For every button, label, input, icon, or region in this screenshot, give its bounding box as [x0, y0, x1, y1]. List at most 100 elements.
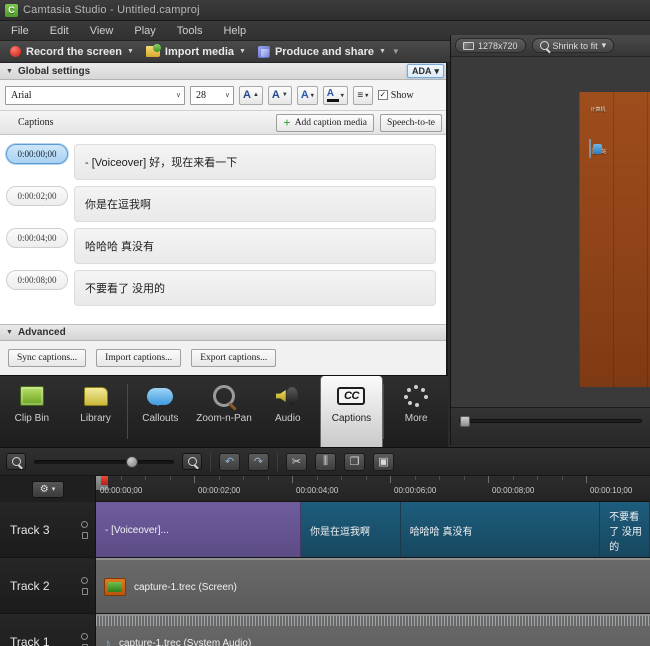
- zoom-fit-button[interactable]: Shrink to fit ▾: [531, 38, 615, 53]
- text-alignment-button[interactable]: ≡ ▾: [352, 85, 373, 105]
- chevron-down-icon[interactable]: ▾: [52, 485, 56, 493]
- track-controls[interactable]: [81, 632, 88, 646]
- media-clip[interactable]: capture-1.trec (Screen): [96, 558, 650, 613]
- tab-audio[interactable]: Audio: [256, 376, 320, 447]
- zoom-slider-handle[interactable]: [126, 455, 138, 468]
- chevron-down-icon[interactable]: ▼: [379, 48, 386, 55]
- menu-item-play[interactable]: Play: [131, 24, 158, 38]
- visibility-toggle-icon[interactable]: [81, 576, 88, 584]
- visibility-toggle-icon[interactable]: [81, 520, 88, 528]
- menu-item-file[interactable]: File: [8, 24, 32, 38]
- chevron-down-icon[interactable]: ▾: [602, 40, 607, 51]
- timeline-track: Track 3 - [Voiceover]... 你是在逗我啊 哈哈哈 真没有 …: [0, 502, 650, 558]
- checkbox-icon[interactable]: ✓: [377, 90, 388, 100]
- background-color-button[interactable]: A ▾: [322, 85, 348, 105]
- track-header[interactable]: Track 1: [0, 614, 96, 646]
- caption-clip[interactable]: - [Voiceover]...: [96, 502, 301, 557]
- caption-row[interactable]: 0:00:02;00 你是在逗我啊: [0, 183, 446, 225]
- canvas-dimensions-button[interactable]: 1278x720: [455, 38, 526, 53]
- increase-font-size-button[interactable]: A ▲: [239, 85, 263, 105]
- sync-captions-button[interactable]: Sync captions...: [8, 349, 87, 367]
- caption-timestamp[interactable]: 0:00:04;00: [6, 228, 68, 248]
- chevron-down-icon[interactable]: ▾: [365, 92, 368, 99]
- chevron-down-icon[interactable]: ▼: [127, 48, 134, 55]
- caption-clip[interactable]: 不要看了 没用的: [600, 502, 650, 557]
- preview-canvas[interactable]: 计算机 回收站: [451, 57, 650, 407]
- cut-button[interactable]: ✂: [286, 452, 307, 471]
- track-controls[interactable]: [81, 576, 88, 595]
- menu-item-edit[interactable]: Edit: [47, 24, 72, 38]
- visibility-toggle-icon[interactable]: [81, 632, 88, 640]
- advanced-header[interactable]: ▼ Advanced: [0, 324, 446, 341]
- track-body[interactable]: capture-1.trec (Screen): [96, 558, 650, 613]
- decrease-font-size-button[interactable]: A ▼: [267, 85, 292, 105]
- audio-clip[interactable]: ♪ capture-1.trec (System Audio): [96, 614, 650, 646]
- chevron-down-icon[interactable]: ▼: [6, 68, 13, 75]
- chevron-down-icon[interactable]: ∨: [225, 91, 230, 99]
- caption-row[interactable]: 0:00:00;00 - [Voiceover] 好，现在来看一下: [0, 141, 446, 183]
- font-family-select[interactable]: Arial ∨: [5, 85, 185, 105]
- chevron-down-icon[interactable]: ▾: [341, 92, 344, 99]
- track-controls[interactable]: [81, 520, 88, 539]
- import-media-button[interactable]: Import media ▼: [145, 44, 246, 58]
- chevron-down-icon[interactable]: ▼: [6, 329, 13, 336]
- text-color-button[interactable]: A ▾: [296, 85, 318, 105]
- timeline-ruler-row: ⚙ ▾ 00:00:00;00 00:00:02;00 00:00:04;00 …: [0, 476, 650, 502]
- captions-list[interactable]: 0:00:00;00 - [Voiceover] 好，现在来看一下 0:00:0…: [0, 135, 446, 324]
- import-captions-button[interactable]: Import captions...: [96, 349, 182, 367]
- menu-item-view[interactable]: View: [87, 24, 117, 38]
- track-body[interactable]: - [Voiceover]... 你是在逗我啊 哈哈哈 真没有 不要看了 没用的: [96, 502, 650, 557]
- caption-timestamp[interactable]: 0:00:00;00: [6, 144, 68, 164]
- preview-scrubber[interactable]: [459, 416, 642, 427]
- zoom-in-icon[interactable]: [182, 453, 202, 470]
- global-settings-header[interactable]: ▼ Global settings ADA ▾: [0, 63, 446, 80]
- track-header[interactable]: Track 2: [0, 558, 96, 613]
- add-caption-media-button[interactable]: + Add caption media: [276, 113, 374, 132]
- caption-clip[interactable]: 你是在逗我啊: [300, 502, 401, 557]
- toolbar-overflow-icon[interactable]: ▼: [392, 47, 400, 56]
- tab-library[interactable]: Library: [64, 376, 128, 447]
- caption-timestamp[interactable]: 0:00:08;00: [6, 270, 68, 290]
- zoom-out-icon[interactable]: [6, 453, 26, 470]
- chevron-down-icon[interactable]: ▾: [434, 66, 439, 77]
- paste-button[interactable]: ▣: [373, 452, 394, 471]
- caption-clip[interactable]: 哈哈哈 真没有: [400, 502, 601, 557]
- tab-callouts[interactable]: Callouts: [128, 376, 192, 447]
- split-button[interactable]: ⫼: [315, 452, 336, 471]
- speech-to-text-button[interactable]: Speech-to-te: [379, 113, 442, 132]
- tab-more[interactable]: More: [384, 376, 448, 447]
- tab-label: Library: [80, 413, 111, 424]
- ada-compliance-button[interactable]: ADA ▾: [406, 64, 444, 78]
- menu-item-tools[interactable]: Tools: [174, 24, 206, 38]
- chevron-down-icon[interactable]: ▾: [311, 92, 314, 99]
- lock-toggle-icon[interactable]: [81, 531, 88, 539]
- track-body[interactable]: ♪ capture-1.trec (System Audio): [96, 614, 650, 646]
- tab-zoom-n-pan[interactable]: Zoom-n-Pan: [192, 376, 256, 447]
- tab-clip-bin[interactable]: Clip Bin: [0, 376, 64, 447]
- timeline-options-button[interactable]: ⚙ ▾: [31, 480, 64, 498]
- timeline-zoom-slider[interactable]: [34, 455, 174, 468]
- show-captions-checkbox[interactable]: ✓ Show: [377, 90, 414, 101]
- font-size-select[interactable]: 28 ∨: [190, 85, 234, 105]
- caption-text-field[interactable]: 哈哈哈 真没有: [74, 228, 436, 264]
- lock-toggle-icon[interactable]: [81, 587, 88, 595]
- menu-item-help[interactable]: Help: [220, 24, 249, 38]
- caption-text-field[interactable]: 不要看了 没用的: [74, 270, 436, 306]
- caption-timestamp[interactable]: 0:00:02;00: [6, 186, 68, 206]
- caption-text-field[interactable]: - [Voiceover] 好，现在来看一下: [74, 144, 436, 180]
- redo-button[interactable]: ↷: [248, 452, 269, 471]
- caption-row[interactable]: 0:00:08;00 不要看了 没用的: [0, 267, 446, 309]
- track-header[interactable]: Track 3: [0, 502, 96, 557]
- scrubber-handle[interactable]: [460, 416, 470, 427]
- caption-text-field[interactable]: 你是在逗我啊: [74, 186, 436, 222]
- undo-button[interactable]: ↶: [219, 452, 240, 471]
- copy-button[interactable]: ❐: [344, 452, 365, 471]
- chevron-down-icon[interactable]: ▼: [239, 48, 246, 55]
- record-the-screen-button[interactable]: Record the screen ▼: [10, 46, 134, 58]
- produce-and-share-button[interactable]: Produce and share ▼: [257, 45, 386, 58]
- chevron-down-icon[interactable]: ∨: [176, 91, 181, 99]
- caption-row[interactable]: 0:00:04;00 哈哈哈 真没有: [0, 225, 446, 267]
- tab-captions[interactable]: CC Captions: [319, 376, 384, 447]
- export-captions-button[interactable]: Export captions...: [191, 349, 277, 367]
- timeline-ruler[interactable]: 00:00:00;00 00:00:02;00 00:00:04;00 00:0…: [96, 476, 650, 502]
